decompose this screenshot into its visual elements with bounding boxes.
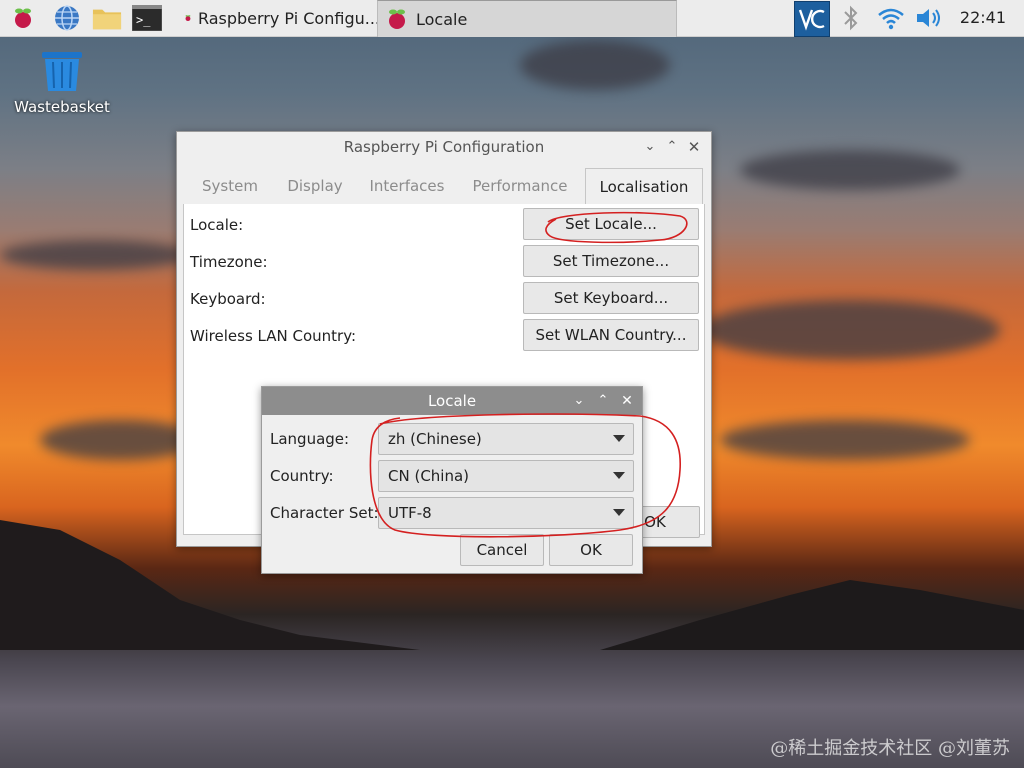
- wlan-country-label: Wireless LAN Country:: [190, 327, 357, 345]
- set-keyboard-button[interactable]: Set Keyboard...: [523, 282, 699, 314]
- tab-system[interactable]: System: [183, 168, 277, 204]
- task-raspberry-config[interactable]: Raspberry Pi Configu...: [178, 0, 380, 36]
- dropdown-arrow-icon: [613, 472, 625, 479]
- config-titlebar[interactable]: Raspberry Pi Configuration ⌄ ⌃ ✕: [177, 132, 711, 162]
- locale-dialog-title: Locale: [427, 392, 477, 410]
- task-locale[interactable]: Locale: [377, 0, 677, 37]
- set-timezone-button[interactable]: Set Timezone...: [523, 245, 699, 277]
- terminal-icon[interactable]: >_: [132, 3, 162, 33]
- set-locale-button[interactable]: Set Locale...: [523, 208, 699, 240]
- country-select[interactable]: CN (China): [378, 460, 634, 492]
- task-label: Raspberry Pi Configu...: [197, 8, 380, 28]
- taskbar: >_ Raspberry Pi Configu... Locale 22:41: [0, 0, 1024, 37]
- locale-dialog: Locale ⌄ ⌃ ✕ Language: zh (Chinese) Coun…: [261, 386, 643, 574]
- maximize-icon[interactable]: ⌃: [592, 387, 614, 415]
- dropdown-arrow-icon: [613, 435, 625, 442]
- country-label: Country:: [270, 467, 334, 485]
- set-wlan-country-button[interactable]: Set WLAN Country...: [523, 319, 699, 351]
- tab-display[interactable]: Display: [277, 168, 353, 204]
- country-value: CN (China): [388, 467, 470, 485]
- cancel-button[interactable]: Cancel: [460, 534, 544, 566]
- config-tabs: System Display Interfaces Performance Lo…: [183, 168, 703, 205]
- clock: 22:41: [959, 8, 1006, 27]
- character-set-select[interactable]: UTF-8: [378, 497, 634, 529]
- vnc-icon[interactable]: [794, 1, 830, 37]
- locale-label: Locale:: [190, 216, 244, 234]
- character-set-value: UTF-8: [388, 504, 432, 522]
- web-browser-icon[interactable]: [52, 3, 82, 33]
- locale-titlebar[interactable]: Locale ⌄ ⌃ ✕: [262, 387, 642, 415]
- language-label: Language:: [270, 430, 350, 448]
- tab-localisation[interactable]: Localisation: [585, 168, 703, 205]
- svg-text:>_: >_: [136, 13, 151, 27]
- close-icon[interactable]: ✕: [616, 387, 638, 415]
- file-manager-icon[interactable]: [92, 3, 122, 33]
- raspberry-icon: [185, 15, 191, 22]
- close-icon[interactable]: ✕: [683, 132, 705, 162]
- bluetooth-icon[interactable]: [836, 3, 866, 33]
- watermark: @稀土掘金技术社区 @刘董苏: [770, 738, 1010, 759]
- language-select[interactable]: zh (Chinese): [378, 423, 634, 455]
- wastebasket-label: Wastebasket: [14, 98, 110, 116]
- keyboard-label: Keyboard:: [190, 290, 266, 308]
- language-value: zh (Chinese): [388, 430, 482, 448]
- wifi-icon[interactable]: [876, 3, 906, 33]
- raspberry-icon: [389, 9, 405, 29]
- tab-performance[interactable]: Performance: [461, 168, 579, 204]
- ok-button[interactable]: OK: [549, 534, 633, 566]
- character-set-label: Character Set:: [270, 504, 379, 522]
- dropdown-arrow-icon: [613, 509, 625, 516]
- task-label: Locale: [416, 9, 468, 29]
- raspberry-menu-icon[interactable]: [8, 3, 38, 33]
- minimize-icon[interactable]: ⌄: [639, 132, 661, 162]
- minimize-icon[interactable]: ⌄: [568, 387, 590, 415]
- trash-can-icon: [42, 52, 82, 91]
- volume-icon[interactable]: [914, 3, 944, 33]
- tab-interfaces[interactable]: Interfaces: [353, 168, 461, 204]
- wastebasket-desktop-item[interactable]: Wastebasket: [14, 50, 110, 116]
- maximize-icon[interactable]: ⌃: [661, 132, 683, 162]
- timezone-label: Timezone:: [190, 253, 268, 271]
- config-window-title: Raspberry Pi Configuration: [343, 138, 545, 156]
